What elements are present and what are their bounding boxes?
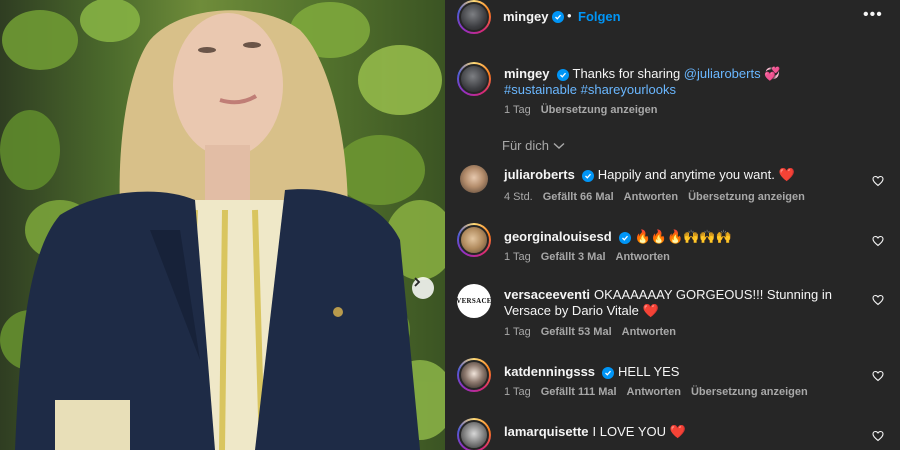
reply-button[interactable]: Antworten — [622, 326, 676, 338]
comment-avatar[interactable] — [460, 165, 488, 193]
comment-avatar[interactable] — [457, 358, 491, 392]
caption-username[interactable]: mingey — [504, 66, 550, 81]
comment-meta: 1 Tag Gefällt 3 Mal Antworten — [504, 251, 670, 263]
versace-logo-text: VERSACE — [457, 297, 491, 305]
chevron-down-icon — [553, 142, 565, 149]
mention-link[interactable]: @juliaroberts — [684, 66, 761, 81]
translate-button[interactable]: Übersetzung anzeigen — [691, 386, 808, 398]
heart-icon[interactable] — [872, 430, 884, 442]
caption-body: Thanks for sharing — [572, 66, 684, 81]
reply-button[interactable]: Antworten — [627, 386, 681, 398]
author-username[interactable]: mingey — [503, 9, 549, 24]
comment-body: HELL YES — [618, 364, 680, 379]
caption-text: mingey Thanks for sharing @juliaroberts 💞… — [504, 66, 864, 98]
comment-body: 🔥🔥🔥🙌🙌🙌 — [634, 229, 732, 244]
comment-body: I LOVE YOU ❤️ — [592, 424, 686, 439]
translate-button[interactable]: Übersetzung anzeigen — [688, 191, 805, 203]
author-name-wrap: mingey — [503, 9, 564, 24]
post-image-illustration — [0, 0, 445, 450]
verified-icon — [551, 10, 564, 23]
author-avatar[interactable] — [457, 0, 491, 34]
comment-username[interactable]: georginalouisesd — [504, 229, 612, 244]
more-options-icon[interactable]: ••• — [863, 6, 883, 24]
comment-text: georginalouisesd 🔥🔥🔥🙌🙌🙌 — [504, 229, 864, 245]
follow-button[interactable]: Folgen — [578, 9, 621, 24]
reply-button[interactable]: Antworten — [616, 251, 670, 263]
comment-likes[interactable]: Gefällt 111 Mal — [541, 386, 617, 398]
comment-likes[interactable]: Gefällt 66 Mal — [543, 191, 614, 203]
comment-username[interactable]: lamarquisette — [504, 424, 589, 439]
verified-icon — [618, 232, 631, 244]
comment-likes[interactable]: Gefällt 53 Mal — [541, 326, 612, 338]
comment-avatar[interactable] — [457, 223, 491, 257]
comment-text: juliaroberts Happily and anytime you want… — [504, 167, 864, 183]
verified-icon — [602, 367, 615, 379]
comment-filter-dropdown[interactable]: Für dich — [502, 138, 565, 153]
comment-username[interactable]: versaceeventi — [504, 287, 590, 302]
hashtag-links[interactable]: #sustainable #shareyourlooks — [504, 82, 676, 97]
comment-avatar[interactable]: VERSACE — [457, 284, 491, 318]
comment-avatar[interactable] — [457, 418, 491, 450]
caption-meta: 1 Tag Übersetzung anzeigen — [504, 104, 657, 116]
caption-translate-button[interactable]: Übersetzung anzeigen — [541, 104, 658, 116]
verified-icon — [556, 69, 569, 81]
comment-username[interactable]: katdenningsss — [504, 364, 595, 379]
caption-avatar[interactable] — [457, 62, 491, 96]
caption-time: 1 Tag — [504, 104, 531, 116]
next-image-button[interactable] — [412, 277, 434, 299]
comment-meta: 4 Std. Gefällt 66 Mal Antworten Übersetz… — [504, 191, 805, 203]
comment-time: 1 Tag — [504, 386, 531, 398]
verified-icon — [581, 170, 594, 182]
header-separator: • — [567, 8, 572, 23]
comment-likes[interactable]: Gefällt 3 Mal — [541, 251, 606, 263]
comment-meta: 1 Tag Gefällt 53 Mal Antworten — [504, 326, 676, 338]
caption-emoji: 💞 — [764, 66, 781, 81]
post-photo — [0, 0, 445, 450]
heart-icon[interactable] — [872, 235, 884, 247]
comments-panel: mingey • Folgen ••• mingey Thanks for sha… — [445, 0, 900, 450]
heart-icon[interactable] — [872, 175, 884, 187]
heart-icon[interactable] — [872, 370, 884, 382]
reply-button[interactable]: Antworten — [624, 191, 678, 203]
post-header: mingey • Folgen ••• — [445, 0, 900, 34]
filter-label: Für dich — [502, 138, 549, 153]
comment-username[interactable]: juliaroberts — [504, 167, 575, 182]
comment-time: 1 Tag — [504, 251, 531, 263]
chevron-right-icon — [414, 277, 421, 287]
comment-time: 1 Tag — [504, 326, 531, 338]
comment-text: versaceeventi OKAAAAAAY GORGEOUS!!! Stunn… — [504, 287, 864, 319]
comment-text: katdenningsss HELL YES — [504, 364, 864, 380]
comment-body: Happily and anytime you want. ❤️ — [597, 167, 795, 182]
heart-icon[interactable] — [872, 294, 884, 306]
comment-time: 4 Std. — [504, 191, 533, 203]
comment-meta: 1 Tag Gefällt 111 Mal Antworten Übersetz… — [504, 386, 808, 398]
comment-text: lamarquisette I LOVE YOU ❤️ — [504, 424, 864, 440]
